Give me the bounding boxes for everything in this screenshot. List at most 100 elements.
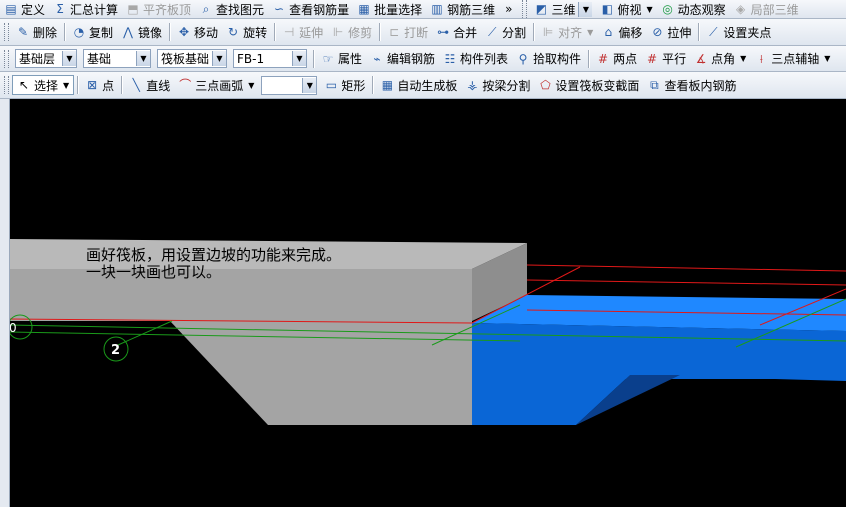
batch-select-button[interactable]: ▦ 批量选择: [353, 0, 426, 18]
point-tool-button[interactable]: ⊠ 点: [81, 75, 118, 95]
define-icon: ▤: [5, 2, 17, 16]
define-button[interactable]: ▤ 定义: [0, 0, 49, 18]
extend-icon: ⊣: [283, 25, 295, 39]
line-tool-button[interactable]: ╲ 直线: [125, 75, 174, 95]
dynamic-observe-button[interactable]: ◎ 动态观察: [657, 0, 730, 18]
move-button[interactable]: ✥ 移动: [173, 22, 222, 42]
main-toolbar: ▤ 定义 Σ 汇总计算 ⬒ 平齐板顶 ⌕ 查找图元 ∽ 查看钢筋量 ▦ 批量选择 ▥ 钢筋三维…: [0, 0, 846, 19]
set-grip-point-button[interactable]: ⟋ 设置夹点: [702, 22, 775, 42]
component-list-button[interactable]: ☷ 构件列表: [439, 49, 512, 69]
view-angle-dropdown[interactable]: ◧ 俯视 ▼: [596, 0, 656, 18]
set-variable-section-button[interactable]: ⬠ 设置筏板变截面: [534, 75, 643, 95]
split-icon: ⟋: [487, 25, 497, 39]
sigma-icon: Σ: [56, 2, 64, 16]
align-top-button[interactable]: ⬒ 平齐板顶: [122, 0, 195, 18]
rectangle-tool-button[interactable]: ▭ 矩形: [320, 75, 369, 95]
rotate-button[interactable]: ↻ 旋转: [222, 22, 271, 42]
cube-view-icon: ◧: [601, 2, 614, 16]
component-name-select[interactable]: FB-1 ▼: [233, 49, 307, 68]
axis-marker-label: 2: [111, 343, 120, 358]
copy-icon: ◔: [73, 25, 85, 39]
align-button[interactable]: ⊫ 对齐 ▼: [537, 22, 597, 42]
3d-viewport[interactable]: 0 2 画好筏板，用设置边坡的功能来完成。 一块一块画也可以。: [0, 99, 846, 507]
properties-icon: ☞: [322, 51, 334, 66]
component-toolbar: 基础层 ▼ 基础 ▼ 筏板基础 ▼ FB-1 ▼ ☞ 属性 ⌁ 编辑钢筋 ☷ 构件列表 ⚲ 拾取…: [0, 46, 846, 72]
arc-option-select[interactable]: ▼: [261, 75, 318, 95]
component-type-select[interactable]: 基础 ▼: [83, 49, 151, 68]
toolbar-grip[interactable]: [522, 0, 528, 18]
three-point-axis-icon: ⟊: [759, 51, 763, 66]
local-3d-button[interactable]: ◈ 局部三维: [730, 0, 803, 18]
mirror-button[interactable]: ⋀ 镜像: [117, 22, 166, 42]
pick-component-icon: ⚲: [518, 51, 528, 66]
draw-toolbar: ↖ 选择 ▼ ⊠ 点 ╲ 直线 ⌒ 三点画弧 ▼ ▼ ▭ 矩形 ▦ 自动生成板 ⚶ 按梁分割 ⬠ 设…: [0, 72, 846, 99]
chevron-down-icon: ▼: [587, 27, 594, 37]
break-button[interactable]: ⊏ 打断: [383, 22, 432, 42]
trim-button[interactable]: ⊩ 修剪: [327, 22, 376, 42]
merge-icon: ⊶: [437, 25, 450, 39]
auto-generate-slab-button[interactable]: ▦ 自动生成板: [376, 75, 461, 95]
toolbar-grip[interactable]: [4, 23, 9, 41]
toolbar-overflow-button[interactable]: »: [499, 0, 518, 18]
break-icon: ⊏: [389, 25, 400, 39]
layer-select[interactable]: 基础层 ▼: [15, 49, 77, 68]
chevron-down-icon: ▼: [302, 77, 317, 93]
toolbar-grip[interactable]: [4, 49, 9, 68]
point-angle-button[interactable]: ∡ 点角 ▼: [690, 49, 750, 69]
find-element-button[interactable]: ⌕ 查找图元: [195, 0, 268, 18]
view-rebar-qty-button[interactable]: ∽ 查看钢筋量: [268, 0, 353, 18]
toolbar-grip[interactable]: [4, 76, 9, 94]
component-subtype-select[interactable]: 筏板基础 ▼: [157, 49, 227, 68]
view-slab-rebar-button[interactable]: ⧉ 查看板内钢筋: [643, 75, 740, 95]
blue-slab-front-face[interactable]: [472, 323, 846, 379]
variable-section-icon: ⬠: [540, 78, 551, 92]
chevron-down-icon: ▼: [63, 80, 70, 90]
mirror-icon: ⋀: [123, 25, 133, 39]
extend-button[interactable]: ⊣ 延伸: [278, 22, 327, 42]
align-top-icon: ⬒: [127, 2, 139, 16]
select-tool-button[interactable]: ↖ 选择 ▼: [12, 75, 75, 95]
chevron-down-icon: ▼: [578, 1, 593, 17]
red-axis-line: [526, 279, 846, 286]
edit-toolbar: ✎ 删除 ◔ 复制 ⋀ 镜像 ✥ 移动 ↻ 旋转 ⊣ 延伸 ⊩ 修剪 ⊏ 打断 ⊶ 合并 ⟋ 分割 …: [0, 19, 846, 46]
offset-button[interactable]: ⌂ 偏移: [597, 22, 646, 42]
parallel-axis-button[interactable]: # 平行: [641, 49, 690, 69]
left-side-panel-strip[interactable]: [0, 99, 10, 507]
split-button[interactable]: ⟋ 分割: [481, 22, 530, 42]
pick-component-button[interactable]: ⚲ 拾取构件: [512, 49, 585, 69]
merge-button[interactable]: ⊶ 合并: [432, 22, 481, 42]
stretch-icon: ⊘: [652, 25, 663, 39]
local-3d-icon: ◈: [736, 2, 746, 16]
edit-rebar-button[interactable]: ⌁ 编辑钢筋: [366, 49, 439, 69]
point-box-icon: ⊠: [87, 78, 98, 92]
two-point-axis-button[interactable]: # 两点: [592, 49, 641, 69]
gray-slab-front-face[interactable]: [9, 269, 472, 321]
view-mode-dropdown[interactable]: ◩ 三维 ▼: [530, 0, 596, 18]
3d-scene[interactable]: 0 2: [0, 99, 846, 507]
copy-button[interactable]: ◔ 复制: [68, 22, 117, 42]
line-icon: ╲: [132, 78, 140, 92]
stretch-button[interactable]: ⊘ 拉伸: [646, 22, 695, 42]
delete-button[interactable]: ✎ 删除: [12, 22, 61, 42]
gray-slope-face[interactable]: [170, 321, 472, 425]
orbit-icon: ◎: [662, 2, 673, 16]
rebar-3d-button[interactable]: ▥ 钢筋三维: [426, 0, 499, 18]
split-by-beam-icon: ⚶: [467, 78, 478, 92]
view-slab-rebar-icon: ⧉: [650, 78, 659, 92]
chevron-down-icon: ▼: [292, 51, 306, 66]
two-point-axis-icon: #: [598, 51, 609, 66]
batch-select-icon: ▦: [358, 2, 370, 16]
rotate-icon: ↻: [228, 25, 239, 39]
three-point-arc-button[interactable]: ⌒ 三点画弧 ▼: [174, 75, 258, 95]
annotation-line-2: 一块一块画也可以。: [86, 263, 222, 281]
three-point-axis-button[interactable]: ⟊ 三点辅轴 ▼: [750, 49, 834, 69]
chevron-down-icon: ▼: [62, 51, 76, 66]
rebar-qty-icon: ∽: [274, 2, 285, 16]
delete-icon: ✎: [17, 25, 29, 39]
split-by-beam-button[interactable]: ⚶ 按梁分割: [461, 75, 534, 95]
chevron-down-icon: ▼: [248, 80, 255, 90]
properties-button[interactable]: ☞ 属性: [317, 49, 366, 69]
summary-calc-button[interactable]: Σ 汇总计算: [49, 0, 122, 18]
annotation-line-1: 画好筏板，用设置边坡的功能来完成。: [86, 246, 342, 264]
auto-slab-icon: ▦: [381, 78, 394, 92]
